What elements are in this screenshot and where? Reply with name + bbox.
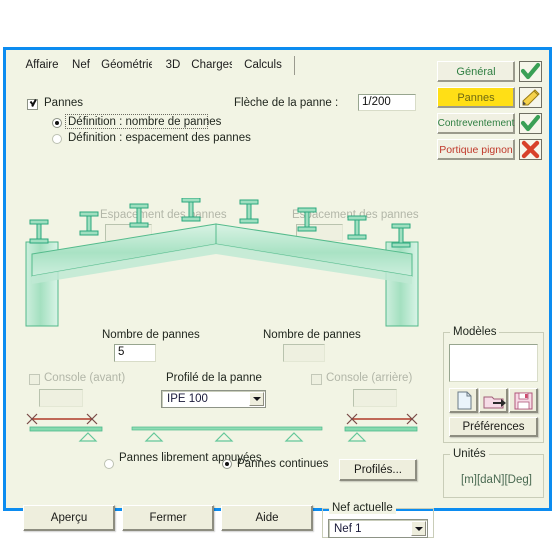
pencil-icon[interactable] [519, 87, 542, 108]
console-arriere-checkbox[interactable] [311, 374, 322, 385]
nef-actuelle-select[interactable]: Nef 1 [328, 519, 428, 538]
console-avant-label: Console (avant) [44, 372, 126, 384]
nombre-left-label: Nombre de pannes [102, 329, 200, 341]
open-folder-icon[interactable] [479, 388, 508, 413]
nef-actuelle-label: Nef actuelle [329, 502, 396, 514]
sidebar-button-contreventement[interactable]: Contreventement [437, 113, 515, 134]
console-avant-checkbox[interactable] [29, 374, 40, 385]
sidebar-button-general[interactable]: Général [437, 61, 515, 82]
radio-definition-nombre-label: Définition : nombre de pannes [68, 116, 222, 128]
green-check-icon[interactable] [519, 61, 542, 82]
profiles-button[interactable]: Profilés... [339, 459, 417, 481]
radio-definition-espacement[interactable] [52, 134, 62, 144]
fleche-label: Flèche de la panne : [234, 97, 339, 109]
nombre-right-input[interactable] [283, 344, 325, 362]
new-document-icon[interactable] [449, 388, 478, 413]
chevron-down-icon[interactable] [249, 392, 264, 406]
dialog-window: Affaire Nef Géométrie 3D Charges Calculs… [3, 47, 552, 538]
nombre-right-label: Nombre de pannes [263, 329, 361, 341]
sidebar-button-portique-pignon-label: Portique pignon [439, 143, 513, 156]
console-arriere-input[interactable] [353, 389, 397, 407]
sidebar-button-pannes-label: Pannes [457, 91, 495, 104]
chevron-down-icon[interactable] [411, 521, 426, 536]
radio-pannes-continues-label: Pannes continues [237, 458, 329, 470]
profile-panne-value: IPE 100 [167, 393, 208, 405]
frame-3d-preview [12, 198, 432, 328]
profile-panne-label: Profilé de la panne [166, 372, 262, 384]
modeles-listbox[interactable] [449, 344, 538, 382]
tab-calculs[interactable]: Calculs [232, 56, 295, 75]
preferences-button[interactable]: Préférences [449, 417, 538, 437]
console-avant-input[interactable] [39, 389, 83, 407]
checkmark-icon [29, 100, 37, 107]
pannes-checkbox[interactable] [27, 99, 38, 110]
fermer-button[interactable]: Fermer [122, 505, 214, 531]
sidebar-button-portique-pignon[interactable]: Portique pignon [437, 139, 515, 160]
pannes-checkbox-label: Pannes [44, 97, 84, 109]
red-cross-icon[interactable] [519, 139, 542, 160]
radio-definition-nombre[interactable] [52, 118, 62, 128]
modeles-label: Modèles [450, 326, 500, 338]
dialog-body: Affaire Nef Géométrie 3D Charges Calculs… [6, 50, 549, 538]
aide-button[interactable]: Aide [221, 505, 313, 531]
green-check-icon[interactable] [519, 113, 542, 134]
frame-3d-svg [25, 198, 419, 327]
fleche-input[interactable]: 1/200 [358, 94, 416, 111]
beam-diagram [26, 413, 418, 442]
console-arriere-label: Console (arrière) [326, 372, 413, 384]
apercu-button[interactable]: Aperçu [23, 505, 115, 531]
radio-dot-icon [225, 462, 229, 466]
nef-actuelle-value: Nef 1 [334, 522, 362, 535]
sidebar-button-pannes[interactable]: Pannes [437, 87, 515, 108]
profile-panne-select[interactable]: IPE 100 [161, 390, 266, 408]
radio-definition-espacement-label: Définition : espacement des pannes [68, 132, 251, 144]
unites-value: [m][daN][Deg] [461, 474, 532, 486]
radio-pannes-librement-appuyees[interactable] [104, 459, 114, 469]
save-floppy-icon[interactable] [509, 388, 538, 413]
sidebar-button-contreventement-label: Contreventement [437, 118, 515, 129]
radio-dot-icon [55, 121, 59, 125]
unites-label: Unités [450, 448, 489, 460]
nombre-left-input[interactable]: 5 [114, 344, 156, 362]
radio-pannes-continues[interactable] [222, 459, 232, 469]
sidebar-button-general-label: Général [456, 65, 496, 78]
